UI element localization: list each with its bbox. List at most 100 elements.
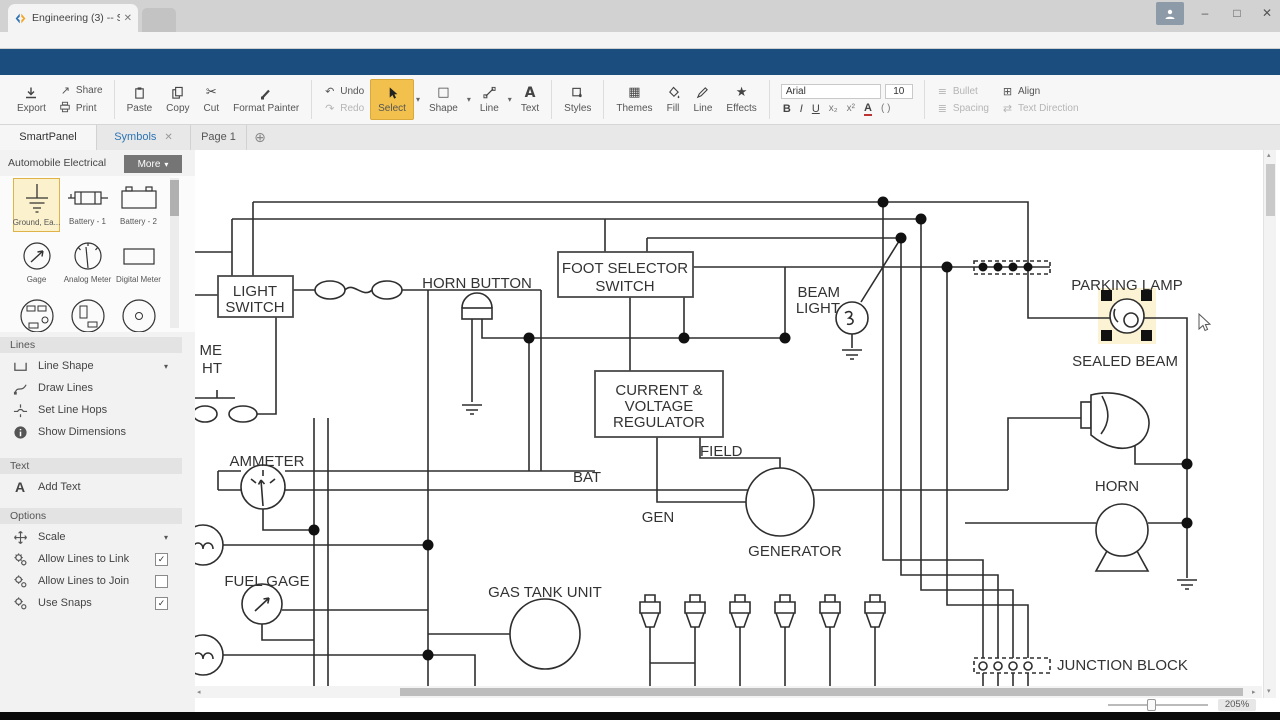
add-page-icon[interactable]: ⊕ — [252, 130, 268, 146]
bullet-button[interactable]: ≡ Bullet — [936, 85, 989, 98]
symbol-distributor-2[interactable] — [64, 294, 111, 332]
distributor2-icon — [66, 296, 110, 332]
font-color-button[interactable]: A — [864, 102, 872, 116]
undo-button[interactable]: ↶ Undo — [323, 85, 364, 98]
window-close-button[interactable]: ✕ — [1252, 0, 1280, 26]
fuse-ellipse[interactable] — [315, 281, 345, 299]
mouse-cursor — [1199, 314, 1210, 331]
scroll-down-icon[interactable]: ▾ — [1267, 687, 1271, 695]
symbol-battery-1[interactable]: Battery - 1 — [64, 178, 111, 232]
symbol-analog-meter[interactable]: Analog Meter — [64, 236, 111, 290]
print-icon — [59, 101, 71, 113]
window-minimize-button[interactable]: – — [1190, 0, 1220, 26]
draw-lines-item[interactable]: Draw Lines — [0, 378, 182, 398]
diagram-labels[interactable]: LIGHT SWITCH HORN BUTTON FOOT SELECTOR S… — [200, 260, 1188, 674]
fuse-ellipse[interactable] — [372, 281, 402, 299]
use-snaps-item[interactable]: Use Snaps ✓ — [0, 593, 182, 613]
set-line-hops-item[interactable]: Set Line Hops — [0, 400, 182, 420]
symbols-close-icon[interactable]: ✕ — [164, 125, 172, 150]
styles-button[interactable]: Styles — [557, 77, 598, 122]
line-dropdown-caret[interactable]: ▾ — [506, 95, 514, 104]
shape-tool-button[interactable]: □ Shape — [422, 77, 465, 122]
spacing-button[interactable]: ≣ Spacing — [936, 102, 989, 115]
symbol-gage[interactable]: Gage — [13, 236, 60, 290]
window-restore-button[interactable]: □ — [1222, 0, 1252, 26]
symbols-button[interactable]: ( ) — [881, 103, 890, 114]
format-painter-button[interactable]: Format Painter — [226, 77, 306, 122]
font-name-field[interactable]: Arial — [781, 84, 881, 99]
symbol-coil[interactable] — [115, 294, 162, 332]
symbol-distributor-1[interactable] — [13, 294, 60, 332]
print-button[interactable]: Print — [59, 101, 103, 116]
effects-button[interactable]: ★ Effects — [719, 77, 763, 122]
subscript-button[interactable]: x₂ — [829, 103, 838, 114]
symbol-digital-meter[interactable]: Digital Meter — [115, 236, 162, 290]
wiring-diagram[interactable]: LIGHT SWITCH HORN BUTTON FOOT SELECTOR S… — [195, 150, 1262, 686]
vertical-scroll-thumb[interactable] — [1266, 164, 1275, 216]
text-direction-button[interactable]: ⇄ Text Direction — [1001, 102, 1079, 115]
symbol-ground[interactable]: Ground, Ea... — [13, 178, 60, 232]
vertical-scrollbar[interactable]: ▴ ▾ — [1263, 150, 1276, 698]
gallery-scrollbar[interactable] — [170, 178, 179, 328]
switch-ellipse[interactable] — [229, 406, 257, 422]
symbol-gallery: Ground, Ea... Battery - 1 Battery - 2 Ga… — [0, 176, 195, 332]
allow-lines-join-checkbox[interactable] — [155, 575, 168, 588]
line-tool-button[interactable]: Line — [473, 77, 506, 122]
tab-page1[interactable]: Page 1 — [191, 125, 247, 150]
new-tab-button[interactable] — [142, 8, 176, 32]
tab-symbols[interactable]: Symbols ✕ — [97, 125, 191, 150]
copy-button[interactable]: Copy — [159, 77, 196, 122]
bold-button[interactable]: B — [783, 103, 791, 115]
drawing-canvas[interactable]: LIGHT SWITCH HORN BUTTON FOOT SELECTOR S… — [195, 150, 1262, 686]
browser-tab-bar: Engineering (3) -- Smart ✕ – □ ✕ — [0, 0, 1280, 32]
select-tool-button[interactable]: Select — [370, 79, 414, 120]
paste-button[interactable]: Paste — [120, 77, 160, 122]
use-snaps-checkbox[interactable]: ✓ — [155, 597, 168, 610]
zoom-slider-track[interactable] — [1108, 704, 1208, 706]
allow-lines-link-item[interactable]: Allow Lines to Link ✓ — [0, 549, 182, 569]
font-size-field[interactable]: 10 — [885, 84, 913, 99]
more-button[interactable]: More▾ — [124, 155, 182, 173]
browser-tab[interactable]: Engineering (3) -- Smart ✕ — [8, 4, 138, 32]
zoom-slider-thumb[interactable] — [1147, 699, 1156, 711]
redo-button[interactable]: ↷ Redo — [323, 102, 364, 115]
toolbar-divider — [551, 80, 552, 119]
lines-section-header: Lines — [0, 337, 182, 353]
switch-ellipse[interactable] — [195, 406, 217, 422]
add-text-item[interactable]: A Add Text — [0, 477, 182, 497]
underline-button[interactable]: U — [812, 103, 820, 115]
allow-lines-link-checkbox[interactable]: ✓ — [155, 553, 168, 566]
line-style-button[interactable]: Line — [687, 77, 720, 122]
line-shape-item[interactable]: Line Shape ▾ — [0, 356, 182, 376]
show-dimensions-item[interactable]: Show Dimensions — [0, 422, 182, 442]
scroll-up-icon[interactable]: ▴ — [1267, 151, 1271, 159]
horizontal-scrollbar[interactable]: ◂ ▸ — [195, 686, 1262, 698]
cut-button[interactable]: ✂ Cut — [197, 77, 227, 122]
share-button[interactable]: ↗ Share — [59, 84, 103, 97]
themes-button[interactable]: ▦ Themes — [609, 77, 659, 122]
ground-symbol-icon — [15, 181, 59, 217]
text-tool-button[interactable]: A Text — [514, 77, 546, 122]
align-button[interactable]: ⊞ Align — [1001, 85, 1079, 98]
gallery-scroll-thumb[interactable] — [170, 180, 179, 216]
horizontal-scroll-thumb[interactable] — [400, 688, 1243, 696]
toolbar-divider — [924, 80, 925, 119]
gears-icon — [13, 552, 28, 567]
symbol-battery-2[interactable]: Battery - 2 — [115, 178, 162, 232]
browser-url-bar: ← → ↻ ⌂ https://cloud.smartdraw.com/edit… — [0, 32, 1280, 49]
italic-button[interactable]: I — [800, 103, 803, 115]
scroll-left-icon[interactable]: ◂ — [197, 688, 201, 696]
scale-item[interactable]: Scale ▾ — [0, 527, 182, 547]
toolbar-divider — [603, 80, 604, 119]
scroll-right-icon[interactable]: ▸ — [1252, 688, 1256, 696]
shape-dropdown-caret[interactable]: ▾ — [465, 95, 473, 104]
superscript-button[interactable]: x² — [847, 103, 855, 114]
tab-close-icon[interactable]: ✕ — [124, 13, 132, 24]
tab-smartpanel[interactable]: SmartPanel — [0, 125, 97, 150]
export-button[interactable]: Export — [10, 77, 53, 122]
fill-button[interactable]: Fill — [660, 77, 687, 122]
allow-lines-join-item[interactable]: Allow Lines to Join — [0, 571, 182, 591]
select-dropdown-caret[interactable]: ▾ — [414, 95, 422, 104]
cut-icon: ✂ — [206, 85, 217, 100]
browser-profile-button[interactable] — [1156, 2, 1184, 25]
